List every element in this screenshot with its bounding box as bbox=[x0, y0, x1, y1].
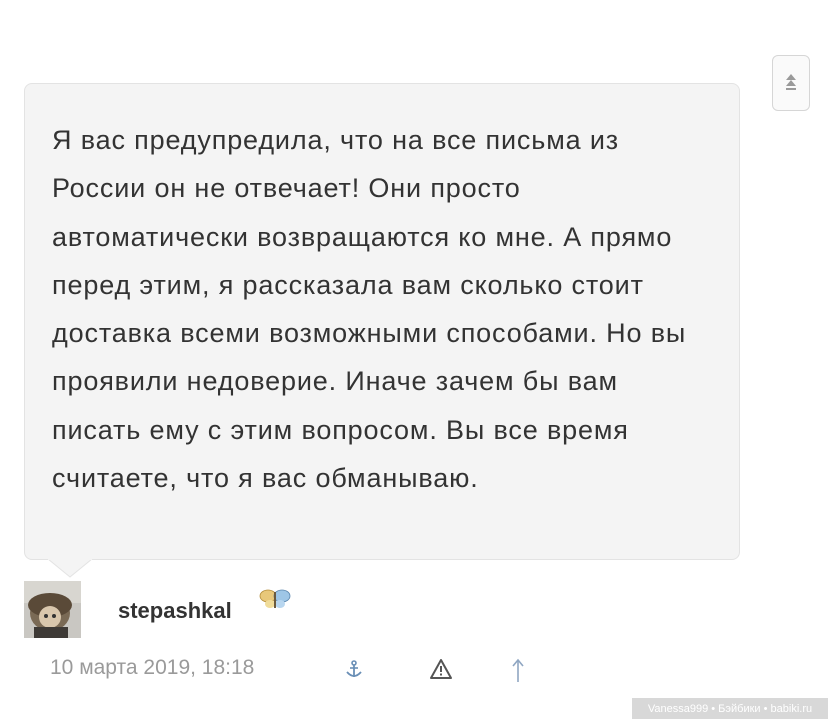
watermark: Vanessa999 • Бэйбики • babiki.ru bbox=[632, 698, 828, 719]
scroll-top-icon bbox=[786, 74, 796, 90]
comment-bubble: Я вас предупредила, что на все письма из… bbox=[24, 83, 740, 560]
anchor-link-button[interactable] bbox=[342, 658, 366, 682]
username[interactable]: stepashkal bbox=[118, 598, 232, 624]
avatar[interactable] bbox=[24, 581, 81, 638]
butterfly-icon bbox=[259, 589, 291, 608]
anchor-icon bbox=[346, 660, 362, 677]
report-button[interactable] bbox=[428, 656, 454, 682]
arrow-up-icon bbox=[512, 658, 524, 682]
comment-date: 10 марта 2019, 18:18 bbox=[50, 656, 255, 679]
warning-icon bbox=[430, 659, 452, 679]
comment-text: Я вас предупредила, что на все письма из… bbox=[52, 125, 687, 494]
scroll-top-button[interactable] bbox=[772, 55, 810, 111]
bubble-tail bbox=[48, 559, 92, 578]
reply-button[interactable] bbox=[508, 655, 528, 685]
